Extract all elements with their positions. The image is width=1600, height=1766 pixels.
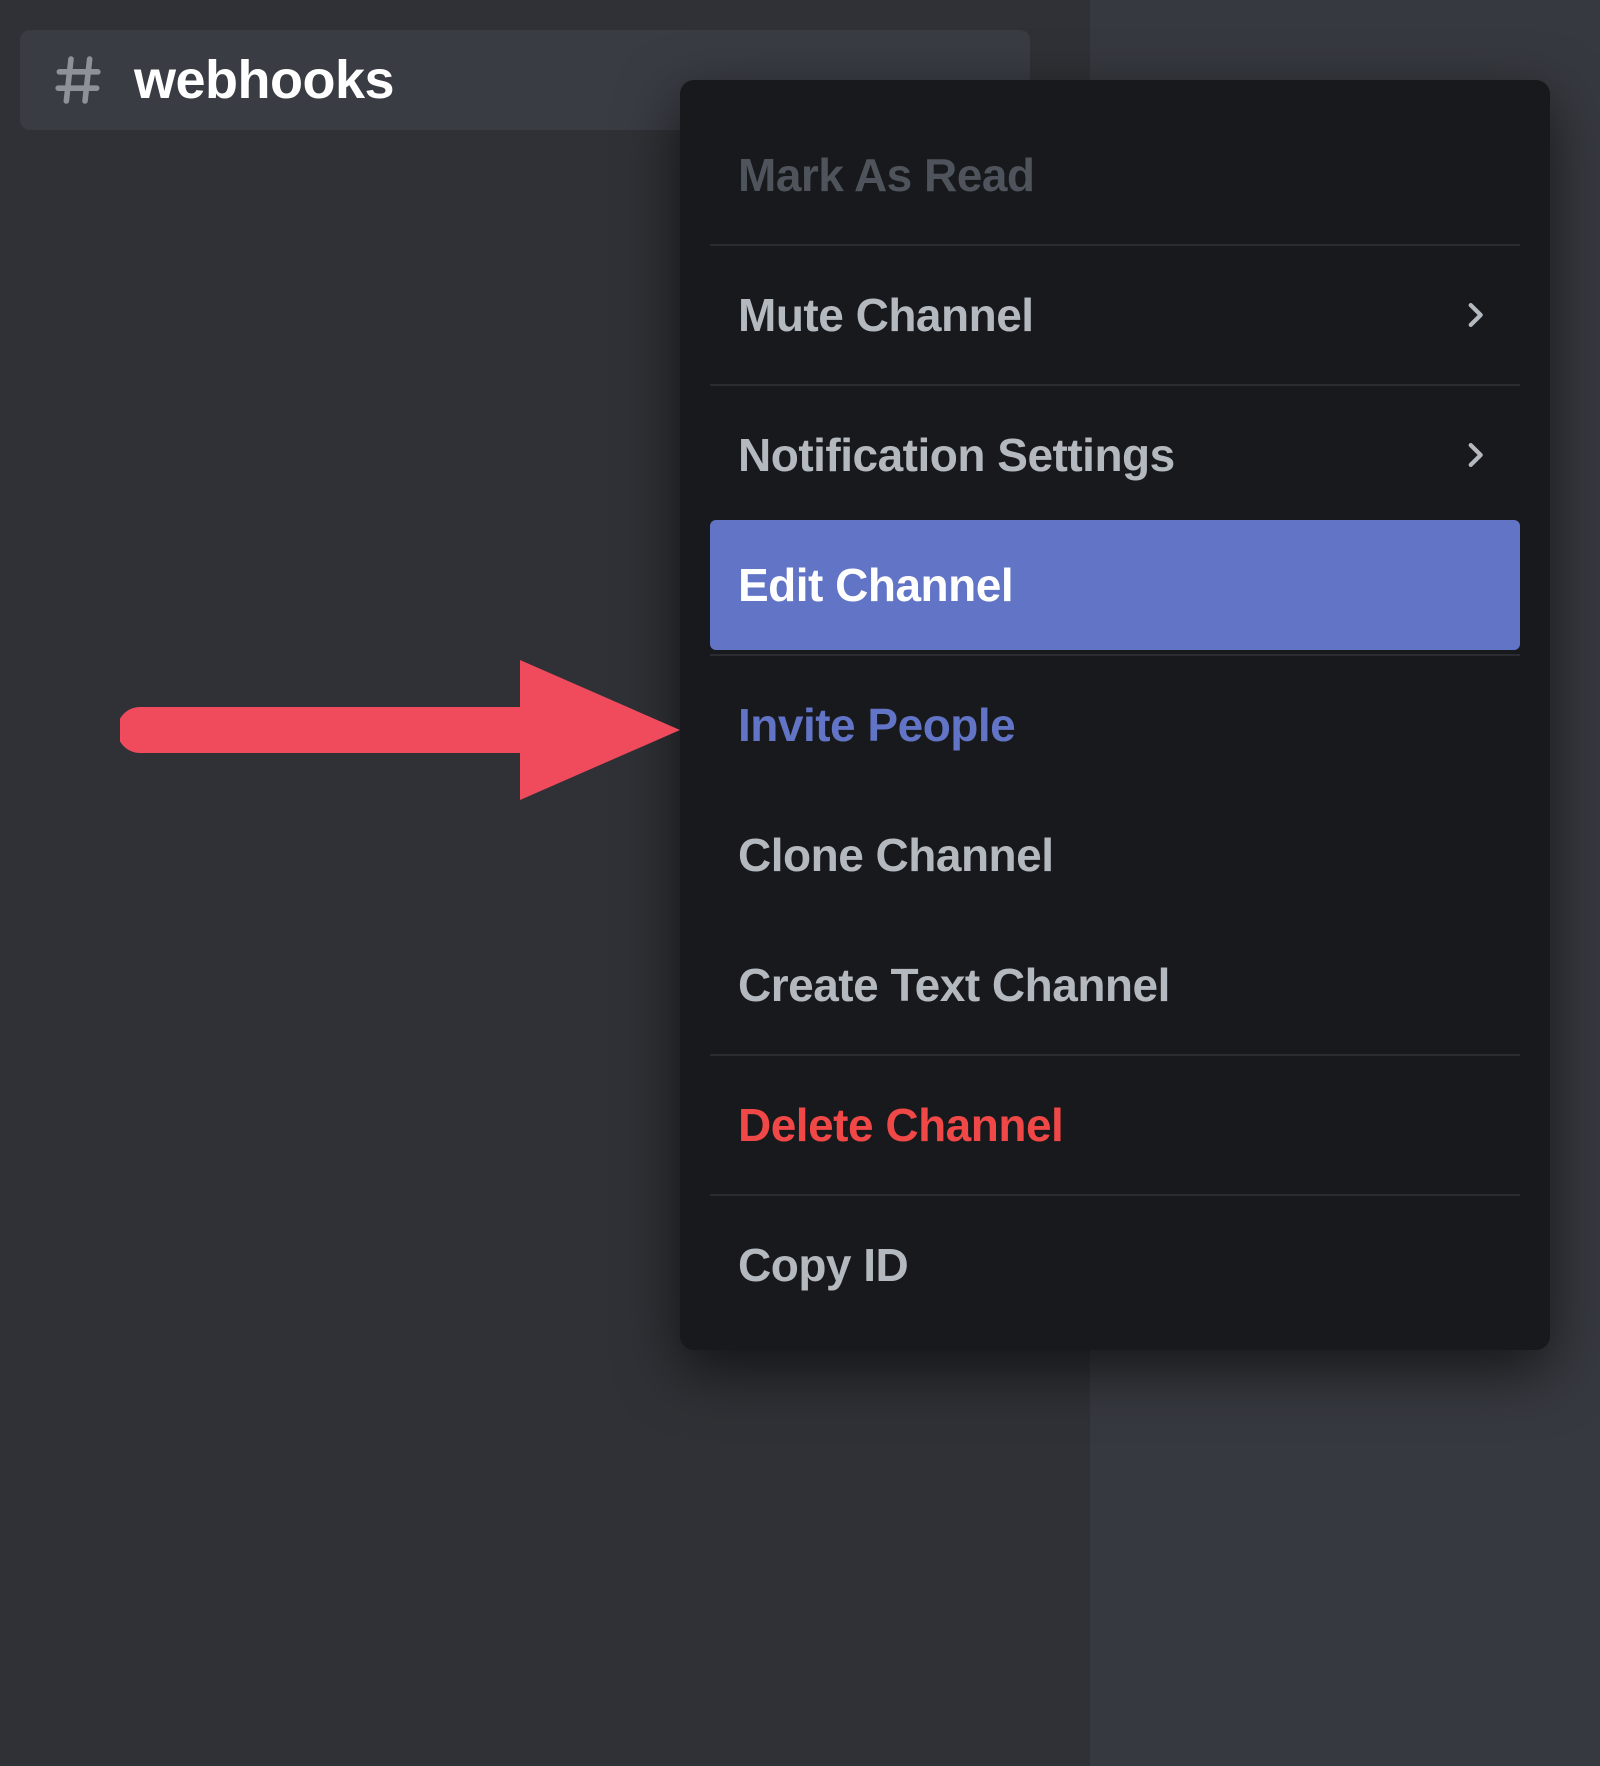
menu-item-edit-channel[interactable]: Edit Channel bbox=[710, 520, 1520, 650]
hash-icon bbox=[50, 52, 106, 108]
menu-separator bbox=[710, 654, 1520, 656]
menu-separator bbox=[710, 1054, 1520, 1056]
menu-separator bbox=[710, 384, 1520, 386]
menu-item-label: Create Text Channel bbox=[738, 958, 1170, 1012]
menu-item-mute-channel[interactable]: Mute Channel bbox=[710, 250, 1520, 380]
menu-item-delete-channel[interactable]: Delete Channel bbox=[710, 1060, 1520, 1190]
menu-item-label: Clone Channel bbox=[738, 828, 1054, 882]
menu-item-copy-id[interactable]: Copy ID bbox=[710, 1200, 1520, 1330]
menu-item-mark-as-read: Mark As Read bbox=[710, 110, 1520, 240]
menu-item-notification-settings[interactable]: Notification Settings bbox=[710, 390, 1520, 520]
menu-separator bbox=[710, 244, 1520, 246]
menu-item-label: Mute Channel bbox=[738, 288, 1034, 342]
menu-item-label: Notification Settings bbox=[738, 428, 1175, 482]
channel-name: webhooks bbox=[134, 49, 394, 111]
menu-item-label: Mark As Read bbox=[738, 148, 1035, 202]
menu-item-label: Edit Channel bbox=[738, 558, 1013, 612]
menu-item-invite-people[interactable]: Invite People bbox=[710, 660, 1520, 790]
menu-item-label: Copy ID bbox=[738, 1238, 908, 1292]
viewport: webhooks Mark As Read Mute Channel Notif… bbox=[0, 0, 1600, 1766]
chevron-right-icon bbox=[1458, 298, 1492, 332]
menu-item-clone-channel[interactable]: Clone Channel bbox=[710, 790, 1520, 920]
menu-separator bbox=[710, 1194, 1520, 1196]
channel-context-menu: Mark As Read Mute Channel Notification S… bbox=[680, 80, 1550, 1350]
menu-item-label: Delete Channel bbox=[738, 1098, 1063, 1152]
chevron-right-icon bbox=[1458, 438, 1492, 472]
menu-item-create-text-channel[interactable]: Create Text Channel bbox=[710, 920, 1520, 1050]
menu-item-label: Invite People bbox=[738, 698, 1015, 752]
